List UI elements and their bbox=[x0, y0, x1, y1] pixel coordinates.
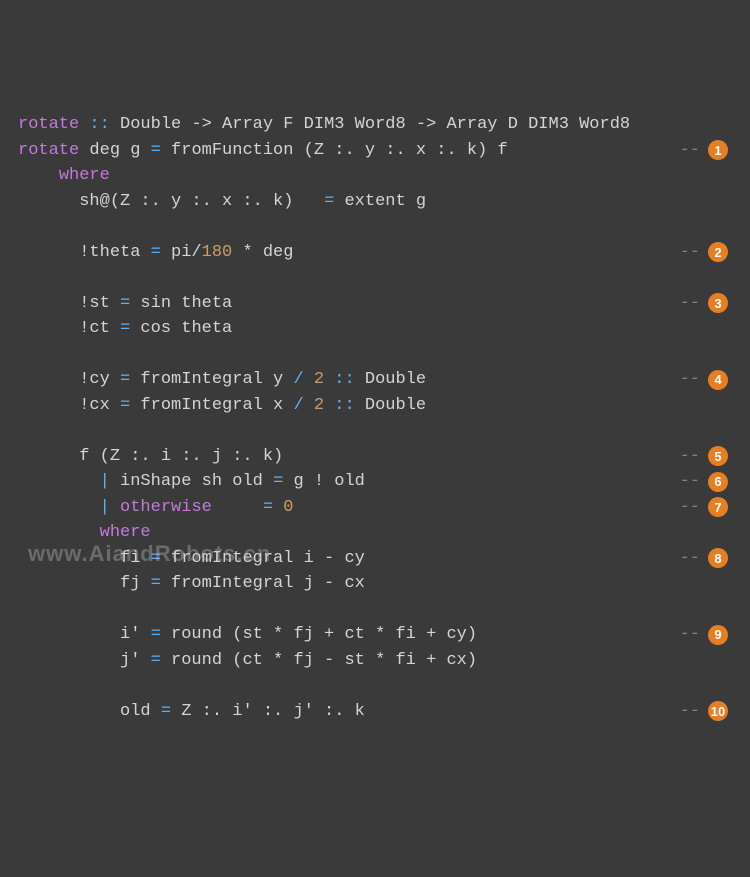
code-text: old = Z :. i' :. j' :. k bbox=[18, 702, 365, 721]
code-text: where bbox=[18, 166, 110, 185]
annotation-marker: -- 10 bbox=[680, 699, 728, 725]
annotation-marker: -- 5 bbox=[680, 444, 728, 470]
code-line: where bbox=[18, 163, 728, 189]
code-line: !theta = pi/180 * deg -- 2 bbox=[18, 240, 728, 266]
code-line: !st = sin theta -- 3 bbox=[18, 291, 728, 317]
code-text: !st = sin theta bbox=[18, 294, 232, 313]
code-text: sh@(Z :. y :. x :. k) = extent g bbox=[18, 192, 426, 211]
code-line: f (Z :. i :. j :. k) -- 5 bbox=[18, 444, 728, 470]
code-text: i' = round (st * fj + ct * fi + cy) bbox=[18, 625, 477, 644]
annotation-badge: 5 bbox=[708, 446, 728, 466]
code-text: rotate deg g = fromFunction (Z :. y :. x… bbox=[18, 141, 508, 160]
code-line: i' = round (st * fj + ct * fi + cy) -- 9 bbox=[18, 622, 728, 648]
annotation-marker: -- 8 bbox=[680, 546, 728, 572]
code-line: !cx = fromIntegral x / 2 :: Double bbox=[18, 393, 728, 419]
annotation-badge: 3 bbox=[708, 293, 728, 313]
annotation-badge: 10 bbox=[708, 701, 728, 721]
code-line bbox=[18, 418, 728, 444]
annotation-marker: -- 2 bbox=[680, 240, 728, 266]
comment-dashes: -- bbox=[680, 291, 700, 317]
annotation-badge: 8 bbox=[708, 548, 728, 568]
comment-dashes: -- bbox=[680, 444, 700, 470]
code-text: !cy = fromIntegral y / 2 :: Double bbox=[18, 370, 426, 389]
code-line: !ct = cos theta bbox=[18, 316, 728, 342]
annotation-badge: 7 bbox=[708, 497, 728, 517]
code-text: | otherwise = 0 bbox=[18, 498, 293, 517]
code-text bbox=[18, 217, 28, 236]
annotation-marker: -- 4 bbox=[680, 367, 728, 393]
annotation-badge: 9 bbox=[708, 625, 728, 645]
code-text bbox=[18, 345, 28, 364]
code-line: sh@(Z :. y :. x :. k) = extent g bbox=[18, 189, 728, 215]
annotation-badge: 1 bbox=[708, 140, 728, 160]
code-text: !cx = fromIntegral x / 2 :: Double bbox=[18, 396, 426, 415]
code-line bbox=[18, 673, 728, 699]
annotation-badge: 2 bbox=[708, 242, 728, 262]
code-text: rotate :: Double -> Array F DIM3 Word8 -… bbox=[18, 115, 630, 134]
comment-dashes: -- bbox=[680, 546, 700, 572]
comment-dashes: -- bbox=[680, 495, 700, 521]
code-line bbox=[18, 265, 728, 291]
comment-dashes: -- bbox=[680, 240, 700, 266]
comment-dashes: -- bbox=[680, 469, 700, 495]
code-line: where bbox=[18, 520, 728, 546]
annotation-badge: 4 bbox=[708, 370, 728, 390]
code-text bbox=[18, 421, 28, 440]
annotation-marker: -- 7 bbox=[680, 495, 728, 521]
code-text: j' = round (ct * fj - st * fi + cx) bbox=[18, 651, 477, 670]
code-text: !theta = pi/180 * deg bbox=[18, 243, 293, 262]
comment-dashes: -- bbox=[680, 138, 700, 164]
code-line: fj = fromIntegral j - cx bbox=[18, 571, 728, 597]
annotation-marker: -- 6 bbox=[680, 469, 728, 495]
annotation-marker: -- 3 bbox=[680, 291, 728, 317]
code-text bbox=[18, 676, 28, 695]
code-block: rotate :: Double -> Array F DIM3 Word8 -… bbox=[18, 112, 732, 724]
annotation-marker: -- 1 bbox=[680, 138, 728, 164]
code-line: j' = round (ct * fj - st * fi + cx) bbox=[18, 648, 728, 674]
code-line: rotate :: Double -> Array F DIM3 Word8 -… bbox=[18, 112, 728, 138]
code-text: fi = fromIntegral i - cy bbox=[18, 549, 365, 568]
comment-dashes: -- bbox=[680, 367, 700, 393]
code-line: old = Z :. i' :. j' :. k -- 10 bbox=[18, 699, 728, 725]
code-line: rotate deg g = fromFunction (Z :. y :. x… bbox=[18, 138, 728, 164]
code-text: where bbox=[18, 523, 151, 542]
code-text: fj = fromIntegral j - cx bbox=[18, 574, 365, 593]
code-line: | inShape sh old = g ! old -- 6 bbox=[18, 469, 728, 495]
annotation-marker: -- 9 bbox=[680, 622, 728, 648]
code-text bbox=[18, 600, 28, 619]
annotation-badge: 6 bbox=[708, 472, 728, 492]
code-line bbox=[18, 214, 728, 240]
comment-dashes: -- bbox=[680, 699, 700, 725]
code-text: f (Z :. i :. j :. k) bbox=[18, 447, 283, 466]
code-text bbox=[18, 268, 28, 287]
code-text: | inShape sh old = g ! old bbox=[18, 472, 365, 491]
code-line: | otherwise = 0 -- 7 bbox=[18, 495, 728, 521]
code-line: fi = fromIntegral i - cy -- 8 bbox=[18, 546, 728, 572]
comment-dashes: -- bbox=[680, 622, 700, 648]
code-line: !cy = fromIntegral y / 2 :: Double -- 4 bbox=[18, 367, 728, 393]
code-line bbox=[18, 597, 728, 623]
code-text: !ct = cos theta bbox=[18, 319, 232, 338]
code-line bbox=[18, 342, 728, 368]
